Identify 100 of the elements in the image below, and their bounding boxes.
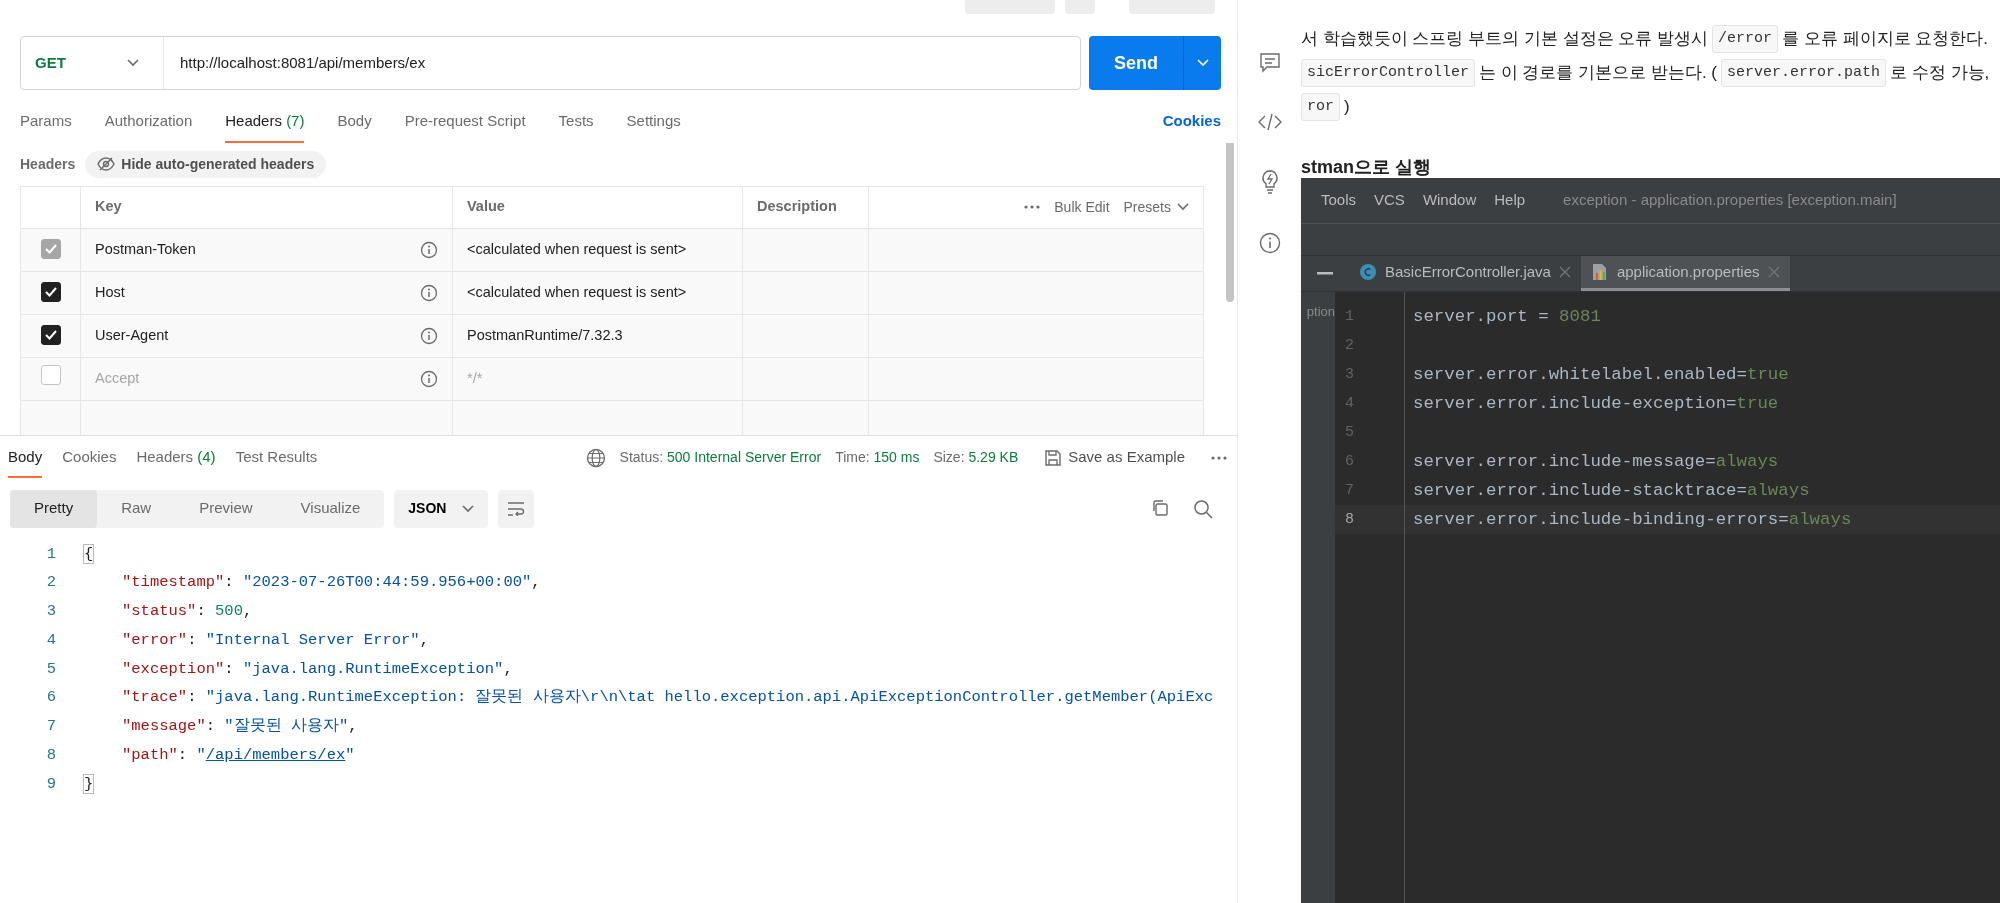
menu-item[interactable]: Tools (1321, 189, 1357, 212)
code-line: server.error.include-stacktrace=always (1412, 480, 1811, 502)
request-tab[interactable]: Headers (7) (225, 104, 305, 143)
send-button[interactable]: Send (1089, 36, 1183, 90)
info-icon (420, 326, 438, 345)
method-dropdown[interactable]: GET (21, 37, 164, 89)
request-url-bar[interactable]: GET http://localhost:8081/api/members/ex (20, 36, 1081, 90)
paragraph-text: 로 수정 가능, (1890, 62, 1990, 84)
more-icon[interactable] (1024, 205, 1041, 209)
code-line: server.error.include-message=always (1412, 451, 1780, 473)
line-number: 1 (1344, 307, 1355, 327)
eye-slash-icon (97, 157, 116, 171)
info-icon[interactable] (1258, 232, 1281, 254)
info-icon (420, 369, 438, 388)
response-meta: Status: 500 Internal Server Error (619, 448, 822, 467)
close-icon[interactable] (1558, 266, 1571, 278)
column-header: Key (80, 186, 453, 228)
line-number: 3 (45, 601, 56, 623)
request-tab[interactable]: Authorization (104, 104, 193, 143)
format-tab[interactable]: Visualize (276, 489, 385, 528)
code-line: server.port = 8081 (1412, 306, 1602, 328)
format-tab[interactable]: Raw (97, 489, 176, 528)
format-tab[interactable]: Preview (175, 489, 277, 528)
search-icon[interactable] (1193, 498, 1213, 519)
hide-headers-toggle[interactable]: Hide auto-generated headers (85, 150, 327, 178)
line-number: 9 (45, 773, 56, 795)
header-value: <calculated when request is sent> (467, 283, 687, 300)
wrap-icon (507, 501, 526, 516)
close-icon[interactable] (1767, 266, 1780, 278)
url-text: http://localhost:8081/api/members/ex (179, 52, 426, 73)
response-tab[interactable]: Headers (4) (136, 436, 216, 479)
column-header: Value (452, 186, 743, 228)
code-line: "exception": "java.lang.RuntimeException", (121, 658, 513, 680)
line-number: 3 (1344, 365, 1355, 385)
line-number: 6 (45, 687, 56, 709)
send-options-button[interactable] (1183, 36, 1221, 90)
presets-dropdown[interactable]: Presets (1123, 196, 1189, 218)
more-icon[interactable] (1211, 455, 1227, 460)
request-tab[interactable]: Tests (558, 104, 594, 143)
format-dropdown[interactable]: JSON (394, 489, 489, 528)
line-number: 8 (45, 745, 56, 767)
caret-icon (1196, 59, 1209, 67)
header-value: <calculated when request is sent> (467, 240, 687, 257)
editor-tab[interactable]: application.properties (1580, 256, 1790, 291)
line-number: 5 (45, 658, 56, 680)
code-line: "path": "/api/members/ex" (121, 745, 355, 767)
paragraph-text: 서 학습했듯이 스프링 부트의 기본 설정은 오류 발생시 (1301, 28, 1709, 50)
checkbox[interactable] (40, 281, 61, 302)
line-number: 5 (1344, 423, 1355, 443)
scrollbar-thumb[interactable] (1226, 142, 1234, 302)
header-value: PostmanRuntime/7.32.3 (467, 326, 623, 343)
save-icon (1044, 448, 1063, 467)
line-number: 2 (1344, 336, 1355, 356)
request-tab[interactable]: Pre-request Script (404, 104, 526, 143)
line-number: 6 (1344, 452, 1355, 472)
window-title: exception - application.properties [exception.main] (1563, 190, 1897, 211)
paragraph-text: ) (1344, 96, 1350, 118)
cookies-link[interactable]: Cookies (1162, 110, 1221, 143)
request-tab[interactable]: Settings (626, 104, 681, 143)
menu-item[interactable]: VCS (1374, 189, 1405, 212)
editor-tab[interactable]: BasicErrorController.java (1349, 256, 1581, 291)
header-key: Accept (95, 367, 140, 390)
format-tab[interactable]: Pretty (10, 489, 98, 528)
code-line: "status": 500, (121, 601, 253, 623)
minimize-icon[interactable] (1317, 271, 1333, 276)
paragraph-text: 는 이 경로를 기본으로 받는다. ( (1479, 62, 1718, 84)
line-number: 7 (1344, 481, 1355, 501)
inline-code: server.error.path (1721, 59, 1887, 87)
request-tab[interactable]: Body (337, 104, 372, 143)
code-line: server.error.whitelabel.enabled=true (1412, 364, 1790, 386)
response-tab[interactable]: Body (8, 436, 43, 479)
header-key: User-Agent (95, 324, 169, 347)
code-line: } (83, 773, 94, 795)
comment-icon[interactable] (1258, 52, 1281, 74)
save-example-button[interactable]: Save as Example (1032, 443, 1197, 472)
wrap-lines-button[interactable] (498, 489, 535, 528)
code-line: "trace": "java.lang.RuntimeException: 잘못된 사용자\r\n\tat hello.exception.api.ApiExceptionController.getMember(ApiExc (121, 687, 1214, 709)
lightbulb-icon[interactable] (1259, 170, 1280, 194)
properties-file-icon (1590, 263, 1609, 281)
header-key: Host (95, 281, 125, 304)
response-tab[interactable]: Cookies (62, 436, 117, 479)
code-line: "message": "잘못된 사용자", (121, 716, 358, 738)
check-icon (44, 286, 57, 297)
copy-icon[interactable] (1151, 498, 1169, 517)
checkbox[interactable] (40, 324, 61, 345)
checkbox[interactable] (40, 238, 61, 259)
line-number: 2 (45, 572, 56, 594)
line-number: 4 (1344, 394, 1355, 414)
paragraph-text: 를 오류 페이지로 요청한다. (1782, 28, 1988, 50)
code-icon[interactable] (1257, 112, 1282, 132)
request-tab[interactable]: Params (20, 104, 72, 143)
menu-item[interactable]: Window (1422, 189, 1477, 212)
line-number: 1 (45, 543, 56, 565)
inline-code: ror (1301, 93, 1340, 121)
response-tab[interactable]: Test Results (235, 436, 318, 479)
bulk-edit-link[interactable]: Bulk Edit (1054, 196, 1110, 218)
code-line: "error": "Internal Server Error", (121, 629, 429, 651)
globe-icon (585, 447, 606, 468)
menu-item[interactable]: Help (1494, 189, 1526, 212)
code-line: "timestamp": "2023-07-26T00:44:59.956+00:00", (121, 572, 541, 594)
